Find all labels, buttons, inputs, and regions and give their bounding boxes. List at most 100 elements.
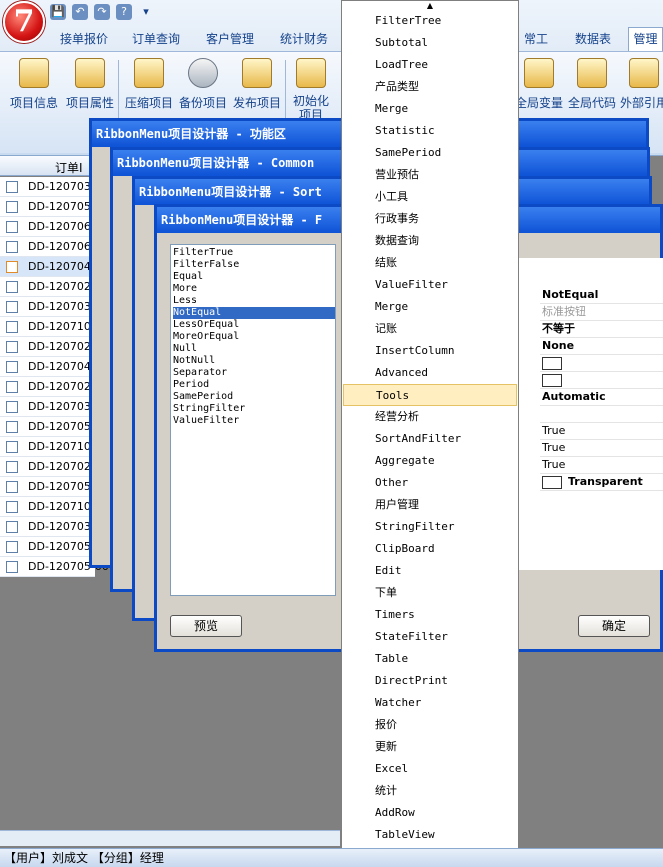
list-item[interactable]: SamePeriod (173, 391, 233, 403)
list-item[interactable]: Period (173, 379, 209, 391)
dropdown-item[interactable]: ClipBoard (343, 538, 517, 560)
dropdown-item[interactable]: ValueFilter (343, 274, 517, 296)
dropdown-item[interactable]: Merge (343, 98, 517, 120)
tab-customer[interactable]: 客户管理 (204, 28, 256, 50)
row-checkbox[interactable] (6, 381, 18, 393)
property-value[interactable]: 不等于 (540, 321, 663, 338)
row-checkbox[interactable] (6, 501, 18, 513)
list-item[interactable]: Separator (173, 367, 227, 379)
external-ref-button[interactable]: 外部引用 (620, 56, 663, 118)
row-checkbox[interactable] (6, 521, 18, 533)
dropdown-item[interactable]: Timers (343, 604, 517, 626)
table-row[interactable]: DD-120710- (0, 497, 95, 517)
dropdown-item[interactable]: StringFilter (343, 516, 517, 538)
dropdown-item[interactable]: 更新 (343, 736, 517, 758)
dropdown-item[interactable]: 下单 (343, 582, 517, 604)
table-row[interactable]: DD-120710- (0, 437, 95, 457)
dropdown-item[interactable]: Subtotal (343, 32, 517, 54)
init-project-button[interactable]: 初始化项目 (288, 56, 334, 122)
dropdown-item[interactable]: FilterTree (343, 10, 517, 32)
grid-column-header[interactable]: 订单I (55, 159, 83, 176)
row-checkbox[interactable] (6, 561, 18, 573)
dropdown-item[interactable]: InsertColumn (343, 340, 517, 362)
property-value[interactable]: True (540, 423, 663, 440)
list-item[interactable]: FilterFalse (173, 259, 239, 271)
property-value[interactable]: Automatic (540, 389, 663, 406)
list-item[interactable]: LessOrEqual (173, 319, 239, 331)
table-row[interactable]: DD-120703- (0, 177, 95, 197)
row-checkbox[interactable] (6, 441, 18, 453)
list-item[interactable]: NotEqual (173, 307, 335, 319)
table-row[interactable]: DD-120702- (0, 337, 95, 357)
dropdown-item[interactable]: LoadTree (343, 54, 517, 76)
table-row[interactable]: DD-120702- (0, 457, 95, 477)
dropdown-list[interactable]: ▲ FilterTree Subtotal LoadTree 产品类型 Merge Sta… (341, 0, 519, 867)
tab-datatable[interactable]: 数据表 (570, 28, 616, 50)
row-checkbox[interactable] (6, 541, 18, 553)
table-row[interactable]: DD-120703- (0, 397, 95, 417)
dropdown-item[interactable]: TableView (343, 824, 517, 846)
row-checkbox[interactable] (6, 221, 18, 233)
list-item[interactable]: ValueFilter (173, 415, 239, 427)
table-row[interactable]: DD-120705- (0, 417, 95, 437)
list-item[interactable]: Equal (173, 271, 203, 283)
backup-project-button[interactable]: 备份项目 (175, 56, 231, 118)
dropdown-item[interactable]: DirectPrint (343, 670, 517, 692)
save-icon[interactable]: 💾 (50, 4, 66, 20)
row-checkbox[interactable] (6, 281, 18, 293)
row-checkbox[interactable] (6, 301, 18, 313)
property-value[interactable] (540, 406, 663, 423)
dropdown-item[interactable]: SamePeriod (343, 142, 517, 164)
dropdown-item[interactable]: Watcher (343, 692, 517, 714)
list-item[interactable]: FilterTrue (173, 247, 233, 259)
row-checkbox[interactable] (6, 481, 18, 493)
list-item[interactable]: StringFilter (173, 403, 245, 415)
tab-quote[interactable]: 接单报价 (58, 28, 110, 50)
row-checkbox[interactable] (6, 201, 18, 213)
dropdown-item[interactable]: SortAndFilter (343, 428, 517, 450)
row-checkbox[interactable] (6, 401, 18, 413)
row-checkbox[interactable] (6, 421, 18, 433)
table-row[interactable]: DD-120706- (0, 217, 95, 237)
table-row[interactable]: DD-120710- (0, 317, 95, 337)
preview-button[interactable]: 预览 (170, 615, 242, 637)
table-row[interactable]: DD-120703- (0, 297, 95, 317)
property-value[interactable]: NotEqual (540, 287, 663, 304)
table-row[interactable]: DD-120705- (0, 197, 95, 217)
table-row[interactable]: DD-120705- (0, 537, 95, 557)
compress-project-button[interactable]: 压缩项目 (121, 56, 177, 118)
table-row[interactable]: DD-120705-000 (0, 557, 116, 577)
dropdown-item[interactable]: Advanced (343, 362, 517, 384)
dropdown-item[interactable]: 数据查询 (343, 230, 517, 252)
ok-button[interactable]: 确定 (578, 615, 650, 637)
tab-stats[interactable]: 统计财务 (278, 28, 330, 50)
publish-project-button[interactable]: 发布项目 (229, 56, 285, 118)
dropdown-item[interactable]: Tools (343, 384, 517, 406)
row-checkbox[interactable] (6, 361, 18, 373)
dropdown-item[interactable]: Edit (343, 560, 517, 582)
dropdown-item[interactable]: 小工具 (343, 186, 517, 208)
table-row[interactable]: DD-120704- (0, 257, 95, 277)
table-row[interactable]: DD-120702- (0, 277, 95, 297)
list-item[interactable]: Null (173, 343, 197, 355)
project-props-button[interactable]: 项目属性 (62, 56, 118, 118)
dropdown-item[interactable]: 营业预估 (343, 164, 517, 186)
table-row[interactable]: DD-120702- (0, 377, 95, 397)
list-item[interactable]: More (173, 283, 197, 295)
dropdown-item[interactable]: 结账 (343, 252, 517, 274)
dropdown-item[interactable]: StateFilter (343, 626, 517, 648)
horizontal-scrollbar[interactable] (0, 830, 340, 846)
dropdown-item[interactable]: Statistic (343, 120, 517, 142)
dropdown-item[interactable]: Aggregate (343, 450, 517, 472)
dropdown-item[interactable]: 用户管理 (343, 494, 517, 516)
tab-daily[interactable]: 常工作 (519, 28, 553, 68)
dropdown-item[interactable]: 经营分析 (343, 406, 517, 428)
table-row[interactable]: DD-120706- (0, 237, 95, 257)
dropdown-item[interactable]: Merge (343, 296, 517, 318)
property-value[interactable]: True (540, 440, 663, 457)
property-value[interactable]: True (540, 457, 663, 474)
global-var-button[interactable]: 全局变量 (512, 56, 566, 118)
dropdown-item[interactable]: Table (343, 648, 517, 670)
row-checkbox[interactable] (6, 341, 18, 353)
redo-icon[interactable]: ↷ (94, 4, 110, 20)
